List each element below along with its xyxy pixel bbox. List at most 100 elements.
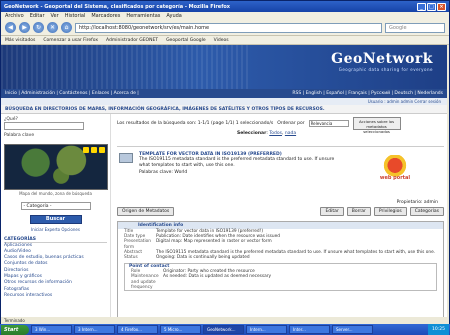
select-none-link[interactable]: nada [285,131,296,136]
identification-header: Identification info [118,222,443,229]
bookmark-item[interactable]: Geoportal Google [166,38,206,43]
categories-button[interactable]: Categorías [409,207,444,216]
metadata-value: As needed: Data is updated as deemed nec… [163,274,272,280]
close-button[interactable]: × [437,2,446,11]
url-bar[interactable]: http://localhost:8080/geonetwork/srv/es/… [75,22,382,33]
section-title: BÚSQUEDA EN DIRECTORIOS DE MAPAS, INFORM… [1,105,447,114]
keyword-label: Palabra clave [4,132,35,138]
categories-list: CATEGORÍAS Aplicaciones Audio/Video Caso… [4,237,107,300]
point-of-contact-box: Point of contact Role Originator: Party w… [124,263,437,292]
menu-view[interactable]: Ver [51,13,59,19]
delete-button[interactable]: Borrar [346,207,371,216]
metadata-key: Maintenance and update frequency [131,274,159,290]
menu-file[interactable]: Archivo [5,13,24,19]
reload-icon[interactable]: ↻ [33,22,44,33]
menu-bar: Archivo Editar Ver Historial Marcadores … [1,12,449,20]
start-button[interactable]: Start [1,324,29,335]
stop-icon[interactable]: ✕ [47,22,58,33]
home-icon[interactable]: ⌂ [61,22,72,33]
privileges-button[interactable]: Privilegios [373,207,407,216]
navigation-toolbar: ◀ ▶ ↻ ✕ ⌂ http://localhost:8080/geonetwo… [1,20,449,36]
map-controls [83,146,105,153]
menu-bookmarks[interactable]: Marcadores [91,13,120,19]
top-navigation: Inicio | Administración | Contáctenos | … [1,89,447,98]
zoom-in-icon[interactable] [83,146,89,153]
taskbar-item-active[interactable]: GeoNetwork... [203,325,244,334]
select-all-link[interactable]: Todos [269,131,282,136]
zoom-out-icon[interactable] [91,146,97,153]
window-controls: _ □ × [417,2,446,11]
result-abstract: The ISO19115 metadata standard is the pr… [139,157,335,168]
result-actions: Origen de Metadatos Editar Borrar Privil… [117,207,444,216]
map-caption: Mapa del mundo, zona de búsqueda [19,190,92,196]
bookmark-item[interactable]: Videos [214,38,229,43]
select-links: Seleccionar: Todos, nada [237,131,297,136]
taskbar: Start 3 Win... 3 Intern... 4 Firefox... … [0,324,450,335]
window-title: GeoNetwork - Geoportal del Sistema, clas… [4,3,231,10]
selected-actions-button[interactable]: Acciones sobre los metadatos seleccionad… [352,117,401,134]
result-item: TEMPLATE FOR VECTOR DATA IN ISO19139 (PR… [117,146,444,204]
search-button[interactable]: Buscar [29,214,82,224]
results-summary: Los resultados de la búsqueda son: 1-1/1… [117,117,444,134]
result-thumbnail[interactable] [119,153,133,163]
category-select[interactable]: - Categoría - [20,201,91,210]
taskbar-item[interactable]: Intern... [246,325,287,334]
taskbar-item[interactable]: 5 Micro... [160,325,201,334]
taskbar-item[interactable]: 3 Win... [31,325,72,334]
metadata-detail: Identification info Title Template for ve… [117,221,444,317]
title-bar: GeoNetwork - Geoportal del Sistema, clas… [1,1,449,12]
taskbar-item[interactable]: Inter... [289,325,330,334]
metadata-key: Status [124,255,138,261]
order-select[interactable]: Relevancia [308,120,349,127]
search-mode-links[interactable]: Iniciar Experto Opciones [4,227,107,232]
geonetwork-logo[interactable]: GeoNetwork Geographic data sharing for e… [331,51,433,72]
web-page: GeoNetwork Geographic data sharing for e… [1,45,447,317]
what-input[interactable] [4,122,84,130]
metadata-value: Ongoing: Data is continually being updat… [156,255,250,261]
user-info[interactable]: Usuario : admin admin Cerrar sesión [368,99,441,104]
back-icon[interactable]: ◀ [5,22,16,33]
results-panel: Los resultados de la búsqueda son: 1-1/1… [114,114,447,317]
forward-icon[interactable]: ▶ [19,22,30,33]
category-item[interactable]: Recursos interactivos [4,293,107,299]
site-banner: GeoNetwork Geographic data sharing for e… [1,45,447,89]
system-clock: 10:25 [428,324,449,335]
menu-history[interactable]: Historial [65,13,86,19]
partner-logo: web portal [376,155,414,181]
bookmarks-bar: Más visitados Comenzar a usar Firefox Ad… [1,36,449,45]
metadata-row: Status Ongoing: Data is continually being… [124,255,443,260]
bookmark-item[interactable]: Administrador GEONET [106,38,158,43]
menu-help[interactable]: Ayuda [166,13,181,19]
action-buttons: Editar Borrar Privilegios Categorías [320,207,444,216]
pan-icon[interactable] [99,146,105,153]
minimize-button[interactable]: _ [417,2,426,11]
metadata-row: Maintenance and update frequency As neede… [131,274,436,290]
metadata-value: Digital map: Map represented in raster o… [156,239,272,245]
partner-logo-text: web portal [379,175,411,181]
search-panel: ¿Qué? Palabra clave Mapa del mundo, zona… [1,114,111,317]
bookmark-item[interactable]: Comenzar a usar Firefox [43,38,98,43]
world-map[interactable] [4,143,108,190]
metadata-origin-button[interactable]: Origen de Metadatos [117,207,175,216]
logo-text: GeoNetwork [331,51,433,67]
select-label: Seleccionar [237,131,267,136]
logo-tagline: Geographic data sharing for everyone [338,67,433,72]
menu-edit[interactable]: Editar [30,13,45,19]
edit-button[interactable]: Editar [320,207,344,216]
keywords-label: Palabras clave: [139,170,173,175]
keywords-value[interactable]: World [174,170,187,175]
language-links[interactable]: RSS | English | Español | Français | Рус… [292,91,443,96]
banner-pattern [1,45,251,89]
main-nav-links[interactable]: Inicio | Administración | Contáctenos | … [5,91,139,96]
results-count: Los resultados de la búsqueda son: 1-1/1… [117,121,274,126]
taskbar-item[interactable]: Server... [332,325,373,334]
bookmark-item[interactable]: Más visitados [5,38,35,43]
maximize-button[interactable]: □ [427,2,436,11]
menu-tools[interactable]: Herramientas [126,13,160,19]
search-input[interactable]: Google [385,22,445,33]
order-label: Ordenar por [277,121,305,126]
taskbar-item[interactable]: 3 Intern... [74,325,115,334]
metadata-key: Presentation form [124,239,151,250]
taskbar-item[interactable]: 4 Firefox... [117,325,158,334]
metadata-row: Presentation form Digital map: Map repres… [124,239,443,249]
